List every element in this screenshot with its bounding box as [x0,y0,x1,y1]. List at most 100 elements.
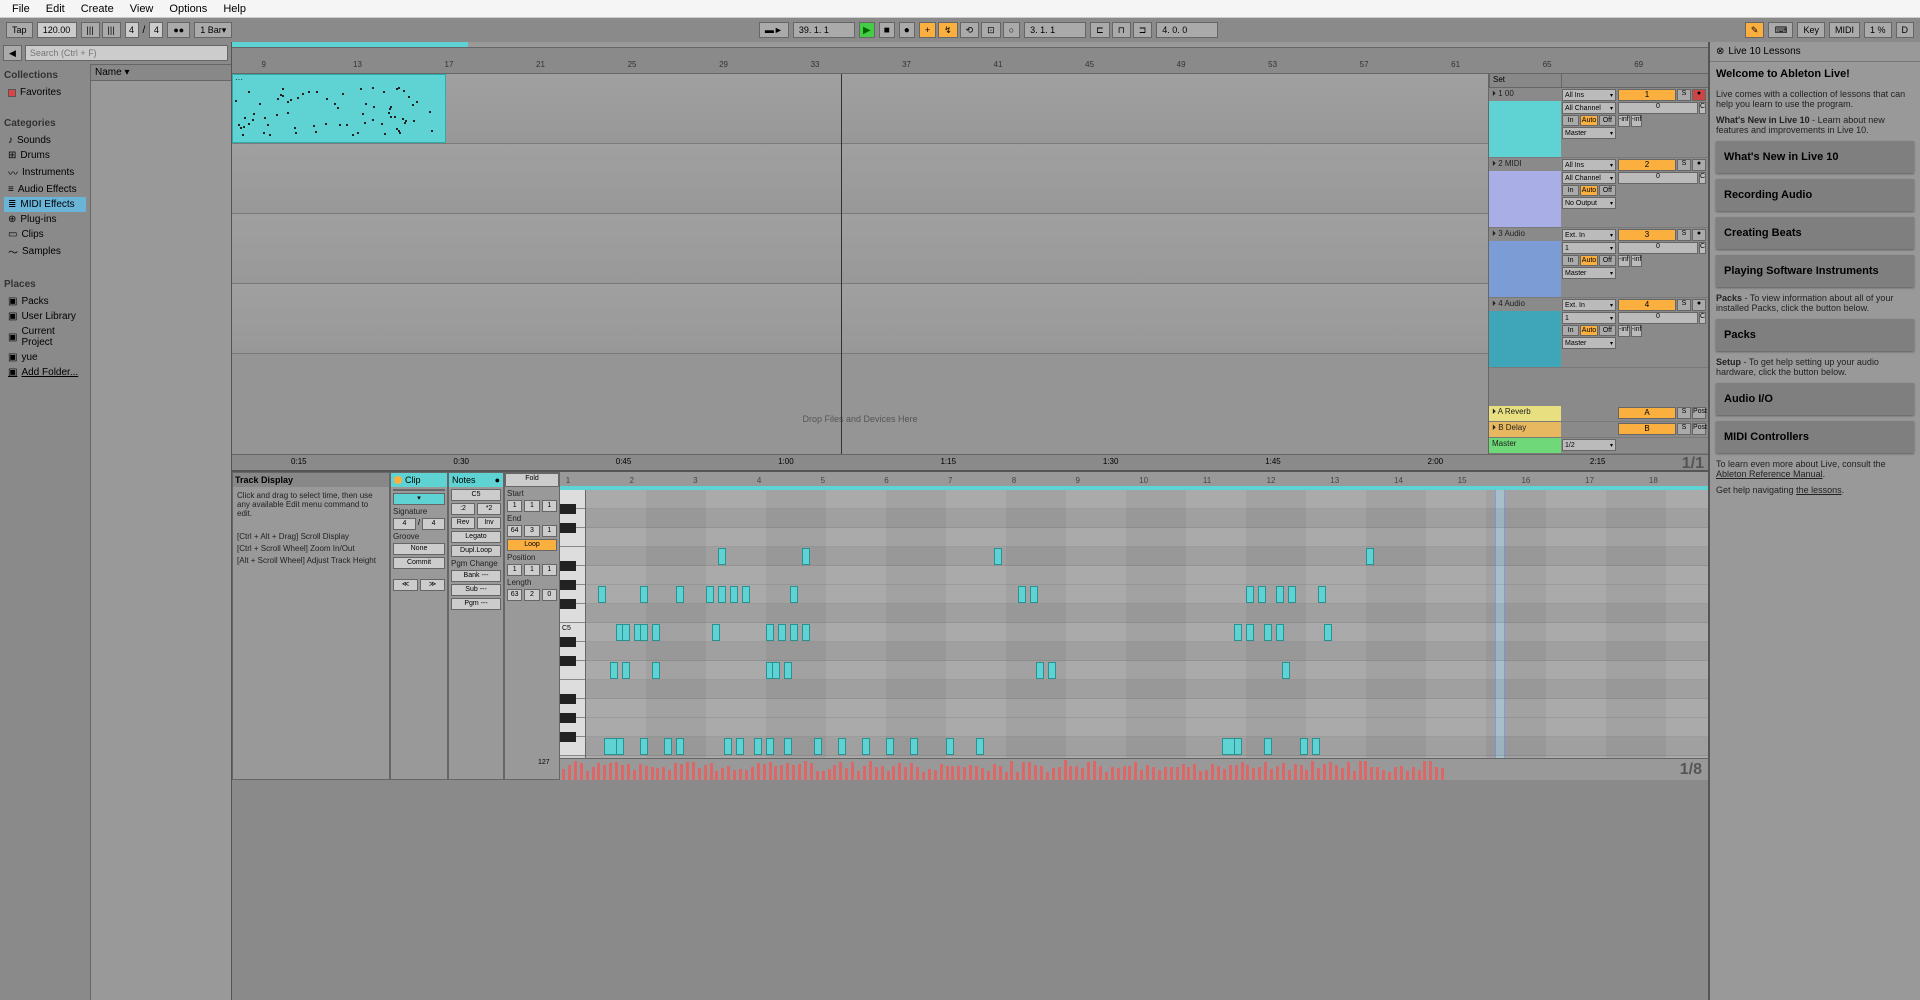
input-type[interactable]: All Ins [1562,159,1616,171]
pan[interactable]: 0 [1618,102,1698,114]
len-beat[interactable]: 2 [524,589,539,601]
output-type[interactable]: Master [1562,337,1616,349]
input-channel[interactable]: 1 [1562,242,1616,254]
midi-ruler[interactable]: 123456789101112131415161718 [560,472,1708,490]
end-bar[interactable]: 64 [507,525,522,537]
arm-button[interactable]: ● [1692,159,1706,171]
midi-clip[interactable]: ··· [232,74,446,143]
timesig-num[interactable] [125,22,139,38]
sidebar-item-clips[interactable]: ▭ Clips [4,227,86,242]
len-16th[interactable]: 0 [542,589,557,601]
tap-tempo-button[interactable]: Tap [6,22,33,38]
time-ruler[interactable]: 1/1 0:150:300:451:001:151:301:452:002:15 [232,454,1708,470]
monitor-in[interactable]: In [1562,255,1579,266]
track-lane-2[interactable] [232,144,1488,214]
monitor-off[interactable]: Off [1599,325,1616,336]
sidebar-item-current-project[interactable]: ▣ Current Project [4,324,86,350]
menu-view[interactable]: View [122,3,162,15]
arrangement-tracks[interactable]: ··· Drop Files and Devices Here [232,74,1488,454]
arrangement-position[interactable]: 39. 1. 1 [793,22,855,38]
monitor-off[interactable]: Off [1599,185,1616,196]
favorites-collection[interactable]: Favorites [4,85,86,100]
start-beat[interactable]: 1 [524,500,539,512]
loop-toggle[interactable]: ○ [1003,22,1020,38]
arrangement-ruler[interactable]: 9131721252933374145495357616569 [232,48,1708,74]
computer-midi-keyboard[interactable]: ⌨ [1768,22,1793,38]
start-16th[interactable]: 1 [542,500,557,512]
arm-button[interactable]: ● [1692,89,1706,101]
monitor-auto[interactable]: Auto [1580,255,1597,266]
overdub-toggle[interactable]: + [919,22,936,38]
send-b[interactable]: -inf [1631,325,1643,337]
pan[interactable]: 0 [1618,242,1698,254]
loop-toggle-clip[interactable]: Loop [507,539,557,551]
return-row-B[interactable]: ⏵ B Delay BSPost [1489,422,1708,438]
key-map-toggle[interactable]: Key [1797,22,1825,38]
master-output[interactable]: 1/2 [1562,439,1616,451]
nudge-fwd-button[interactable]: ≫ [420,579,445,591]
bank-field[interactable]: Bank --- [451,570,501,582]
commit-button[interactable]: Commit [393,557,445,569]
help-btn-midi-controllers[interactable]: MIDI Controllers [1716,421,1914,453]
quantize-menu[interactable]: 1 Bar ▾ [194,22,232,38]
help-btn-audioio[interactable]: Audio I/O [1716,383,1914,415]
search-input[interactable] [25,45,228,61]
master-track-row[interactable]: Master 1/2 [1489,438,1708,454]
sidebar-item-packs[interactable]: ▣ Packs [4,294,86,309]
sidebar-item-drums[interactable]: ⊞ Drums [4,148,86,163]
sidebar-item-add-folder[interactable]: ▣ Add Folder... [4,365,86,380]
track-activator[interactable]: 2 [1618,159,1676,171]
monitor-in[interactable]: In [1562,115,1579,126]
send-a[interactable]: -inf [1618,115,1630,127]
monitor-off[interactable]: Off [1599,115,1616,126]
track-activator[interactable]: 1 [1618,89,1676,101]
sidebar-item-user-library[interactable]: ▣ User Library [4,309,86,324]
metronome-b-icon[interactable]: ||| [102,22,121,38]
stop-button[interactable]: ■ [879,22,895,38]
clip-name-field[interactable] [393,489,445,491]
menu-options[interactable]: Options [161,3,215,15]
pos-16th[interactable]: 1 [542,564,557,576]
timesig-den[interactable] [149,22,163,38]
mixer-row-2[interactable]: ⏵ 2 MIDI All Ins All Channel InAutoOff N… [1489,158,1708,228]
monitor-in[interactable]: In [1562,325,1579,336]
input-type[interactable]: All Ins [1562,89,1616,101]
solo-button[interactable]: S [1677,89,1691,101]
track-lane-1[interactable]: ··· [232,74,1488,144]
menu-create[interactable]: Create [73,3,122,15]
sidebar-item-plugins[interactable]: ⊕ Plug-ins [4,212,86,227]
invert-button[interactable]: Inv [477,517,501,529]
close-help-icon[interactable]: ⊗ [1716,46,1724,57]
return-solo[interactable]: S [1677,407,1691,419]
clip-activator-icon[interactable] [394,476,402,484]
track-lane-4[interactable] [232,284,1488,354]
play-button[interactable]: ▶ [859,22,875,38]
double-tempo-button[interactable]: *2 [477,503,501,515]
tempo-input[interactable] [37,22,77,38]
lessons-link[interactable]: the lessons [1796,485,1842,495]
return-post[interactable]: Post [1692,407,1706,419]
notes-power-icon[interactable]: ● [495,475,500,485]
sidebar-item-samples[interactable]: 〜 Samples [4,242,86,261]
pos-bar[interactable]: 1 [507,564,522,576]
send-a[interactable]: -inf [1618,255,1630,267]
metronome-a-icon[interactable]: ||| [81,22,100,38]
metronome-toggle[interactable]: ●● [167,22,190,38]
input-type[interactable]: Ext. In [1562,299,1616,311]
clip-color-field[interactable]: ▾ [393,493,445,505]
sig-num[interactable]: 4 [393,518,416,530]
cue[interactable]: C [1699,102,1706,114]
help-btn-whatsnew[interactable]: What's New in Live 10 [1716,141,1914,173]
return-solo[interactable]: S [1677,423,1691,435]
solo-button[interactable]: S [1677,229,1691,241]
track-lane-3[interactable] [232,214,1488,284]
input-channel[interactable]: All Channel [1562,102,1616,114]
follow-toggle[interactable]: ▬► [759,22,789,38]
help-btn-packs[interactable]: Packs [1716,319,1914,351]
reverse-button[interactable]: Rev [451,517,475,529]
monitor-off[interactable]: Off [1599,255,1616,266]
monitor-auto[interactable]: Auto [1580,185,1597,196]
sig-den[interactable]: 4 [422,518,445,530]
pan[interactable]: 0 [1618,312,1698,324]
punch-out-icon[interactable]: ⊐ [1133,22,1153,38]
